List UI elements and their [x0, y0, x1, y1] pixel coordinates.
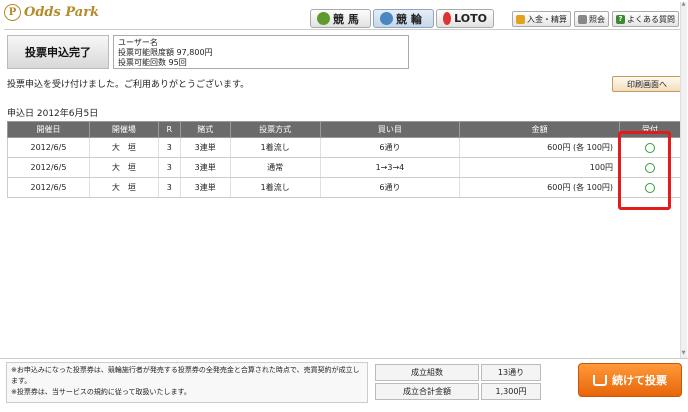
confirmation-message: 投票申込を受け付けました。ご利用ありがとうございます。	[7, 80, 250, 90]
scroll-down-arrow-icon[interactable]: ▼	[680, 349, 687, 357]
col-header-selection: 買い目	[319, 121, 461, 138]
loto-icon	[443, 12, 452, 25]
cell-bet-type: 3連単	[179, 157, 231, 178]
cell-venue: 大 垣	[88, 177, 159, 198]
utility-nav: 入金・精算 照会 ? よくある質問	[512, 11, 679, 27]
total-value: 1,300円	[481, 383, 541, 400]
cell-amount: 100円	[459, 157, 620, 178]
bet-table: 開催日 開催場 R 賭式 投票方式 買い目 金額 受付 2012/6/5 大 垣…	[7, 121, 681, 198]
col-header-venue: 開催場	[88, 121, 159, 138]
cell-accepted	[619, 157, 681, 178]
status-complete-title: 投票申込完了	[7, 35, 109, 69]
header-divider	[4, 29, 682, 30]
accepted-circle-icon	[645, 142, 656, 153]
odds-park-logo[interactable]: P Odds Park	[4, 4, 99, 21]
cell-accepted	[619, 137, 681, 158]
application-date: 申込日 2012年6月5日	[7, 109, 99, 119]
bet-limit-amount: 投票可能限度額 97,800円	[118, 48, 213, 57]
cart-icon	[593, 374, 607, 386]
cell-selection: 6通り	[319, 177, 460, 198]
tab-loto[interactable]: LOTO	[436, 9, 494, 28]
faq-label: よくある質問	[627, 14, 675, 24]
cell-amount: 600円 (各 100円)	[459, 177, 620, 198]
cell-selection: 6通り	[319, 137, 460, 158]
terms-notes: ※お申込みになった投票券は、競輪施行者が発売する投票券の全発売金と合算された時点…	[6, 362, 368, 403]
tab-keirin-label: 競 輪	[396, 12, 422, 26]
logo-text: Odds Park	[24, 5, 100, 20]
col-header-race: R	[157, 121, 181, 138]
tab-keiba[interactable]: 競 馬	[310, 9, 371, 28]
cell-race: 3	[157, 177, 181, 198]
question-icon: ?	[616, 14, 625, 24]
col-header-method: 投票方式	[229, 121, 321, 138]
cell-race: 3	[157, 137, 181, 158]
table-row: 2012/6/5 大 垣 3 3連単 通常 1→3→4 100円	[7, 157, 681, 178]
table-row: 2012/6/5 大 垣 3 3連単 1着流し 6通り 600円 (各 100円…	[7, 177, 681, 198]
scroll-up-arrow-icon[interactable]: ▲	[680, 0, 687, 8]
cell-accepted	[619, 177, 681, 198]
bet-limit-count: 投票可能回数 95回	[118, 58, 187, 67]
table-header-row: 開催日 開催場 R 賭式 投票方式 買い目 金額 受付	[7, 121, 681, 138]
tab-keiba-label: 競 馬	[333, 12, 359, 26]
accepted-circle-icon	[645, 162, 656, 173]
footer-divider	[0, 358, 688, 359]
cell-date: 2012/6/5	[7, 157, 90, 178]
user-name: ユーザー名	[118, 38, 158, 47]
inquiry-button[interactable]: 照会	[574, 11, 609, 27]
accepted-circle-icon	[645, 182, 656, 193]
cell-bet-type: 3連単	[179, 177, 231, 198]
summary-table: 成立組数 13通り 成立合計金額 1,300円	[373, 362, 543, 402]
total-label: 成立合計金額	[375, 383, 479, 400]
cell-selection: 1→3→4	[319, 157, 460, 178]
col-header-date: 開催日	[7, 121, 90, 138]
document-icon	[578, 14, 587, 24]
col-header-amount: 金額	[459, 121, 621, 138]
continue-voting-label: 続けて投票	[612, 374, 667, 387]
user-info-box: ユーザー名 投票可能限度額 97,800円 投票可能回数 95回	[113, 35, 409, 69]
main-nav: 競 馬 競 輪 LOTO	[310, 9, 494, 28]
combos-value: 13通り	[481, 364, 541, 381]
deposit-settlement-label: 入金・精算	[527, 14, 567, 24]
cell-method: 通常	[229, 157, 321, 178]
cell-method: 1着流し	[229, 177, 321, 198]
print-view-button[interactable]: 印刷画面へ	[612, 76, 682, 92]
cell-venue: 大 垣	[88, 157, 159, 178]
vertical-scrollbar[interactable]	[680, 2, 687, 358]
deposit-settlement-button[interactable]: 入金・精算	[512, 11, 571, 27]
cell-date: 2012/6/5	[7, 137, 90, 158]
cell-bet-type: 3連単	[179, 137, 231, 158]
horse-icon	[317, 12, 330, 25]
summary-row-combos: 成立組数 13通り	[375, 364, 541, 381]
faq-button[interactable]: ? よくある質問	[612, 11, 679, 27]
combos-label: 成立組数	[375, 364, 479, 381]
col-header-accepted: 受付	[619, 121, 681, 138]
summary-row-total: 成立合計金額 1,300円	[375, 383, 541, 400]
inquiry-label: 照会	[589, 14, 605, 24]
coin-icon	[516, 14, 525, 24]
col-header-bet-type: 賭式	[179, 121, 231, 138]
cell-method: 1着流し	[229, 137, 321, 158]
note-contract: ※お申込みになった投票券は、競輪施行者が発売する投票券の全発売金と合算された時点…	[11, 366, 360, 385]
cell-race: 3	[157, 157, 181, 178]
logo-mark-icon: P	[4, 4, 21, 21]
cell-amount: 600円 (各 100円)	[459, 137, 620, 158]
table-row: 2012/6/5 大 垣 3 3連単 1着流し 6通り 600円 (各 100円…	[7, 137, 681, 158]
bicycle-icon	[380, 12, 393, 25]
note-terms: ※投票券は、当サービスの規約に従って取扱いたします。	[11, 388, 191, 396]
tab-loto-label: LOTO	[454, 12, 487, 25]
cell-date: 2012/6/5	[7, 177, 90, 198]
cell-venue: 大 垣	[88, 137, 159, 158]
tab-keirin[interactable]: 競 輪	[373, 9, 434, 28]
continue-voting-button[interactable]: 続けて投票	[578, 363, 682, 397]
